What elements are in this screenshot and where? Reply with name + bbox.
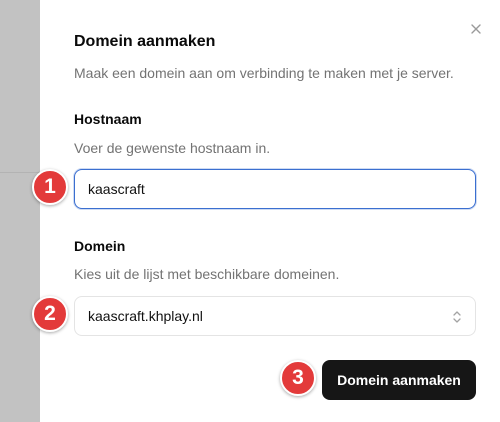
domain-select[interactable]: kaascraft.khplay.nl — [74, 296, 476, 336]
create-domain-dialog — [40, 0, 500, 422]
hostname-input[interactable] — [74, 169, 476, 209]
close-icon[interactable] — [469, 22, 483, 36]
hostname-hint: Voer de gewenste hostnaam in. — [74, 140, 271, 156]
dialog-description: Maak een domein aan om verbinding te mak… — [74, 65, 454, 81]
step-badge-3: 3 — [280, 360, 316, 396]
backdrop-divider — [0, 172, 40, 173]
domain-select-value: kaascraft.khplay.nl — [88, 308, 203, 324]
step-badge-2: 2 — [32, 296, 68, 332]
dialog-title: Domein aanmaken — [74, 33, 216, 50]
step-badge-1: 1 — [32, 169, 68, 205]
modal-backdrop[interactable] — [0, 0, 40, 422]
domain-hint: Kies uit de lijst met beschikbare domein… — [74, 266, 340, 282]
domain-label: Domein — [74, 238, 126, 254]
chevron-up-down-icon — [453, 311, 461, 323]
hostname-label: Hostnaam — [74, 111, 142, 127]
create-domain-button[interactable]: Domein aanmaken — [322, 360, 476, 400]
